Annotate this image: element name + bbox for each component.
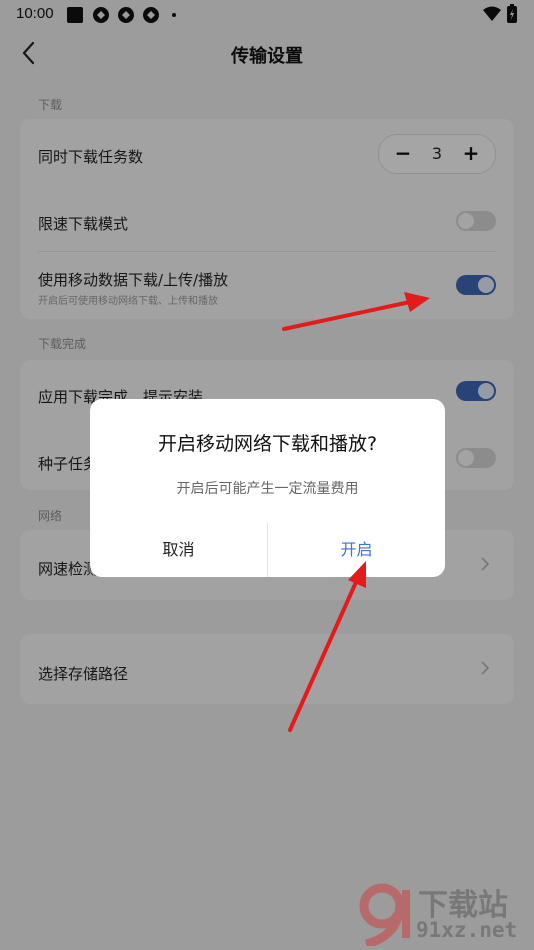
annotation-arrow-to-confirm — [288, 561, 366, 732]
annotation-arrow-to-toggle — [282, 292, 430, 331]
watermark-logo-icon — [359, 883, 410, 946]
watermark-site: 91xz.net — [416, 918, 518, 942]
site-watermark: 下载站 91xz.net — [356, 880, 526, 946]
annotation-arrows — [282, 292, 430, 732]
